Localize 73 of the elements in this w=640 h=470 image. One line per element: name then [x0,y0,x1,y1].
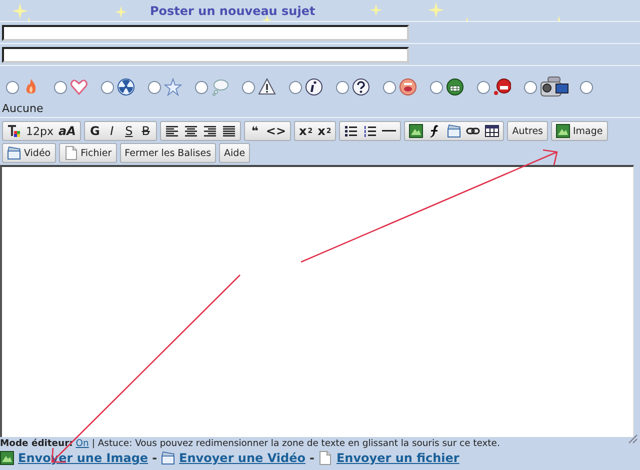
numbered-list-icon [363,124,378,138]
star-icon [164,78,182,96]
page-title: Poster un nouveau sujet [150,4,316,18]
format-button[interactable]: 12px [24,123,56,139]
text-field[interactable] [2,46,409,62]
clapperboard-icon [7,146,21,160]
warning-icon [258,78,276,96]
tongue-face-icon [399,78,417,96]
heart-icon [70,78,88,96]
image-icon [0,451,14,465]
clapperboard-icon [447,124,462,138]
angry-face-icon [493,78,511,96]
align-left-icon [164,126,179,136]
radio-button[interactable] [242,80,255,94]
image-icon [409,124,424,138]
mode-link[interactable]: On [76,438,89,449]
tip-text: | Astuce: Vous pouvez redimensionner la zone de texte en glissant la souris sur ce texte. [92,438,500,449]
format-button[interactable]: x$^{2}$ [316,123,334,139]
toolbar-icon-button[interactable] [5,123,23,139]
radio-button[interactable] [383,80,396,94]
text-color-icon [7,124,21,138]
radio-button[interactable] [148,80,161,94]
clapperboard-icon [161,451,176,465]
resize-grip-icon[interactable] [628,434,638,444]
radio-button[interactable] [430,80,443,94]
radio-button[interactable] [101,80,114,94]
toolbar-button[interactable]: Image [551,121,608,141]
radio-button[interactable] [289,80,302,94]
radio-button[interactable] [195,80,208,94]
radio-button[interactable] [524,80,537,94]
file-icon [318,451,332,465]
file-icon [64,146,78,160]
toolbar-icon-button[interactable] [483,123,502,139]
separator: - [309,451,314,465]
radio-button[interactable] [6,80,19,94]
upload-link[interactable]: Envoyer une Vidéo [179,451,306,465]
table-icon [485,124,500,138]
toolbar-button[interactable]: Autres [507,121,548,141]
format-button[interactable]: ❝ [246,123,263,139]
question-icon [352,78,370,96]
horizontal-rule-icon [382,130,396,132]
sparkle-icon [428,2,444,18]
format-button[interactable]: I [104,123,120,139]
info-icon [305,78,323,96]
justify-icon [222,126,236,136]
align-right-icon [202,126,217,136]
sparkle-icon [370,4,382,16]
radio-button[interactable] [336,80,349,94]
camcorder-icon [540,76,570,98]
toolbar-button[interactable]: Aide [219,143,250,163]
radio-button[interactable] [580,80,593,94]
toolbar-button[interactable]: Fichier [58,143,117,163]
format-button[interactable]: B [138,123,154,139]
grin-face-icon [446,78,464,96]
text-field[interactable] [2,24,409,40]
radio-button[interactable] [54,80,67,94]
radio-button[interactable] [477,80,490,94]
sparkle-icon [115,6,127,18]
format-button[interactable]: G [86,123,103,139]
format-button[interactable]: aA [56,123,78,139]
bullet-list-icon [344,124,358,138]
upload-link[interactable]: Envoyer un fichier [336,451,460,465]
radio-label: Aucune [1,102,44,115]
toolbar-button[interactable]: Vidéo [2,143,56,163]
toolbar-icon-button[interactable] [407,123,426,139]
toolbar-button[interactable]: Fermer les Balises [120,143,216,163]
speech-bubble-icon [211,78,229,96]
align-center-icon [184,126,198,136]
image-icon [556,124,570,138]
separator: - [152,451,158,465]
format-button[interactable]: S [120,123,137,139]
radiation-icon [117,78,135,96]
format-button[interactable]: <> [264,123,288,139]
